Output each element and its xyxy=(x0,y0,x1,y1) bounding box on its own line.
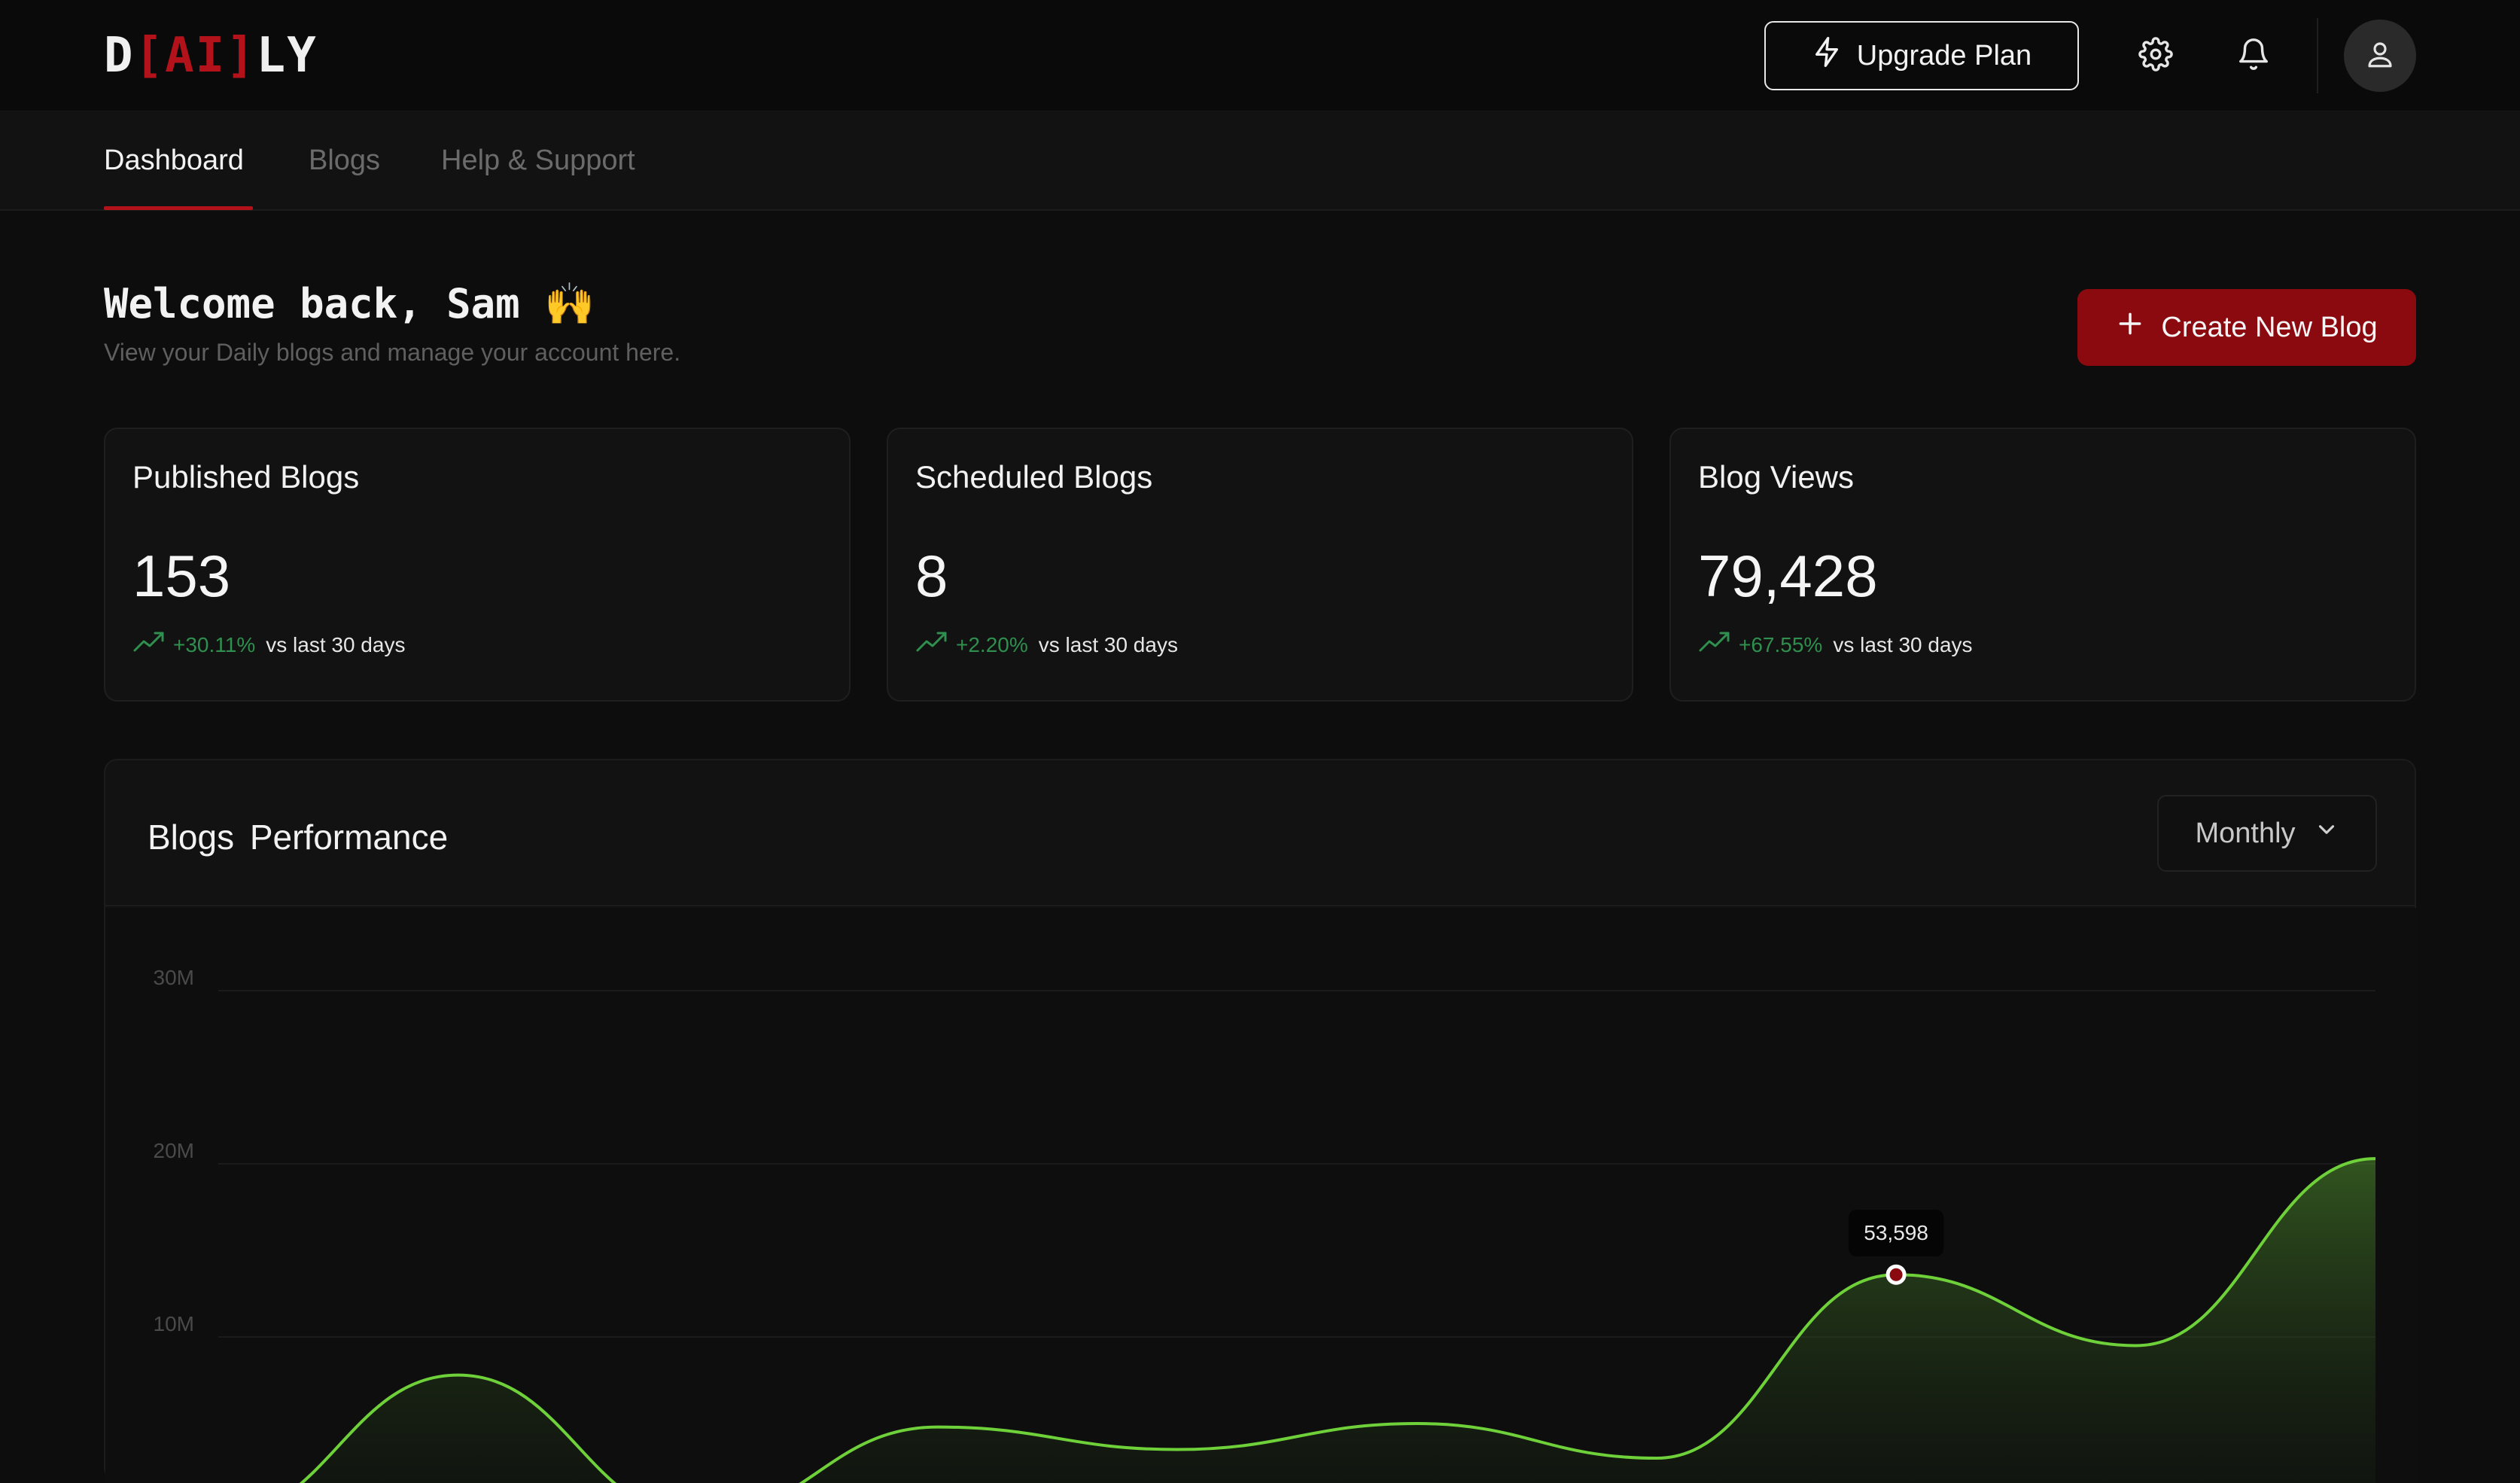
tab-blogs[interactable]: Blogs xyxy=(309,143,380,178)
logo-part-3: LY xyxy=(256,28,318,84)
stat-value: 79,428 xyxy=(1698,543,1878,609)
stat-card-views: Blog Views 79,428 +67.55% vs last 30 day… xyxy=(1669,428,2416,702)
trend-period: vs last 30 days xyxy=(266,632,406,656)
settings-button[interactable] xyxy=(2126,26,2186,86)
stat-trend: +2.20% vs last 30 days xyxy=(915,629,1178,660)
top-bar: D[AI]LY Upgrade Plan xyxy=(0,0,2520,111)
trend-up-icon xyxy=(915,629,948,660)
page-title: Welcome back, Sam 🙌 xyxy=(104,280,595,327)
stat-title: Scheduled Blogs xyxy=(915,459,1153,495)
trend-percent: +30.11% xyxy=(173,632,256,656)
stat-value: 153 xyxy=(132,543,231,609)
tab-dashboard[interactable]: Dashboard xyxy=(104,143,244,178)
chevron-down-icon xyxy=(2314,817,2339,850)
logo-part-2: [AI] xyxy=(134,28,257,84)
create-new-blog-button[interactable]: Create New Blog xyxy=(2077,289,2416,366)
trend-up-icon xyxy=(132,629,166,660)
stat-title: Blog Views xyxy=(1698,459,1855,495)
trend-up-icon xyxy=(1698,629,1731,660)
gear-icon xyxy=(2138,36,2173,75)
page-subtitle: View your Daily blogs and manage your ac… xyxy=(104,339,681,366)
panel-title: Blogs Performance xyxy=(148,818,449,857)
period-selected-value: Monthly xyxy=(2195,817,2296,849)
user-avatar-button[interactable] xyxy=(2344,20,2416,92)
upgrade-plan-label: Upgrade Plan xyxy=(1856,39,2032,72)
y-tick-label: 10M xyxy=(154,1312,194,1335)
app-logo[interactable]: D[AI]LY xyxy=(104,29,318,83)
bolt-icon xyxy=(1812,35,1842,76)
stat-card-published: Published Blogs 153 +30.11% vs last 30 d… xyxy=(104,428,851,702)
stat-trend: +67.55% vs last 30 days xyxy=(1698,629,1973,660)
y-tick-label: 20M xyxy=(154,1139,194,1162)
trend-percent: +2.20% xyxy=(956,632,1028,656)
active-tab-indicator xyxy=(104,206,253,210)
user-icon xyxy=(2364,38,2396,74)
logo-part-1: D xyxy=(104,28,135,84)
stat-title: Published Blogs xyxy=(132,459,360,495)
stat-card-scheduled: Scheduled Blogs 8 +2.20% vs last 30 days xyxy=(887,428,1633,702)
chart-tooltip: 53,598 xyxy=(1849,1210,1943,1257)
bell-icon xyxy=(2236,37,2271,75)
notifications-button[interactable] xyxy=(2223,26,2284,86)
y-tick-label: 30M xyxy=(154,966,194,989)
blogs-performance-panel: Blogs Performance Monthly 30M 20M 10M 53,5… xyxy=(104,759,2418,1483)
trend-period: vs last 30 days xyxy=(1833,632,1973,656)
main-tabs: Dashboard Blogs Help & Support xyxy=(0,111,2520,211)
chart-canvas: 30M 20M 10M xyxy=(154,966,2376,1483)
performance-chart: 30M 20M 10M 53,598 xyxy=(105,908,2418,1483)
panel-header: Blogs Performance Monthly xyxy=(105,760,2415,906)
trend-period: vs last 30 days xyxy=(1038,632,1178,656)
create-new-blog-label: Create New Blog xyxy=(2161,311,2378,343)
plus-icon xyxy=(2116,309,2144,346)
series-area xyxy=(218,1159,2375,1483)
stat-trend: +30.11% vs last 30 days xyxy=(132,629,405,660)
period-dropdown[interactable]: Monthly xyxy=(2157,795,2377,872)
trend-percent: +67.55% xyxy=(1739,632,1823,656)
header-divider xyxy=(2317,18,2318,93)
upgrade-plan-button[interactable]: Upgrade Plan xyxy=(1764,21,2079,90)
tab-help-support[interactable]: Help & Support xyxy=(441,143,635,178)
highlight-point xyxy=(1885,1264,1907,1285)
stat-value: 8 xyxy=(915,543,948,609)
